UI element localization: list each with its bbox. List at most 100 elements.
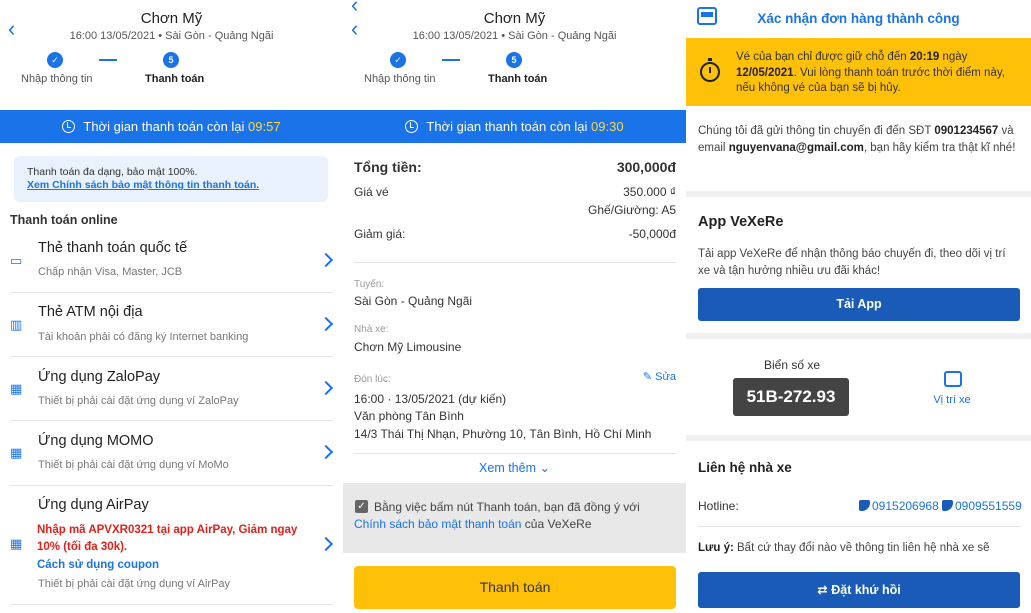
payment-timer-bar: Thời gian thanh toán còn lại 09:57	[0, 110, 343, 143]
total-label: Tổng tiền:	[354, 159, 422, 175]
trip-subtitle: 16:00 13/05/2021 • Sài Gòn - Quảng Ngãi	[412, 30, 617, 42]
download-app-button[interactable]: Tải App	[698, 288, 1020, 321]
total-value: 300,000đ	[616, 159, 676, 175]
trip-subtitle: 16:00 13/05/2021 • Sài Gòn - Quảng Ngãi	[69, 30, 274, 42]
chevron-right-icon	[318, 316, 334, 332]
show-more-button[interactable]: Xem thêm ⌄	[343, 460, 686, 475]
discount-value: -50,000đ	[628, 227, 676, 241]
pencil-icon: ✎	[642, 371, 653, 383]
warn-mid: ngày	[942, 51, 968, 63]
terms-agreement: ✓ Bằng việc bấm nút Thanh toán, bạn đã đ…	[343, 483, 686, 553]
app-description: Tải app VeXeRe để nhận thông báo chuyến …	[698, 248, 1006, 277]
page-title: Chơn Mỹ	[140, 10, 203, 27]
clock-icon	[62, 120, 76, 133]
payment-method-atm[interactable]: ▥ Thẻ ATM nội địa Tài khoản phải có đăng…	[10, 304, 334, 357]
method-desc: Thiết bị phải cài đặt ứng dụng ví ZaloPa…	[38, 395, 239, 407]
section-separator	[686, 333, 1031, 339]
step-done-check-icon: ✓	[47, 52, 63, 68]
operator-value: Chơn Mỹ Limousine	[354, 340, 462, 354]
payment-method-intl-card[interactable]: ▭ Thẻ thanh toán quốc tế Chấp nhận Visa,…	[10, 240, 334, 293]
note-body: Bất cứ thay đổi nào về thông tin liên hệ…	[737, 542, 990, 554]
clock-icon	[405, 120, 419, 133]
pickup-time: 16:00 · 13/05/2021 (dự kiến)	[354, 392, 507, 406]
pay-button[interactable]: Thanh toán	[354, 566, 676, 609]
hotline-2: 0909551559	[955, 499, 1022, 513]
note-label: Lưu ý:	[698, 542, 734, 554]
payment-method-airpay[interactable]: ▦ Ứng dụng AirPay Nhập mã APVXR0321 tại …	[10, 497, 334, 605]
chevron-right-icon	[318, 252, 334, 268]
payment-method-momo[interactable]: ▦ Ứng dụng MOMO Thiết bị phải cài đặt ứn…	[10, 433, 334, 486]
pickup-address: 14/3 Thái Thị Nhạn, Phường 10, Tân Bình,…	[354, 427, 652, 441]
swap-arrows-icon: ⇄	[817, 583, 828, 597]
divider	[354, 262, 676, 263]
warn-time: 20:19	[909, 51, 940, 63]
pickup-place: Văn phòng Tân Bình	[354, 409, 464, 423]
method-title: Ứng dụng MOMO	[38, 433, 154, 449]
atm-icon: ▥	[10, 317, 23, 332]
progress-steps: ✓ 5 Nhập thông tin Thanh toán	[0, 50, 343, 90]
book-return-button[interactable]: ⇄ Đặt khứ hồi	[698, 572, 1020, 608]
agree-text-main: Bằng việc bấm nút Thanh toán, bạn đã đồn…	[374, 500, 640, 514]
stopwatch-icon	[700, 58, 720, 82]
total-row: Tổng tiền: 300,000đ	[354, 159, 676, 175]
edit-pickup-button[interactable]: ✎ Sửa	[643, 370, 676, 383]
vehicle-position-link[interactable]: Vị trí xe	[916, 394, 988, 406]
step-label-payment: Thanh toán	[488, 73, 548, 85]
warning-text: Vé của bạn chỉ được giữ chỗ đến 20:19 ng…	[736, 50, 1026, 97]
warn-pre: Vé của bạn chỉ được giữ chỗ đến	[736, 51, 907, 63]
step-done-check-icon: ✓	[390, 52, 406, 68]
timer-value: 09:30	[591, 119, 624, 134]
promo-text: Nhập mã APVXR0321 tại app AirPay, Giảm n…	[37, 524, 298, 553]
email-address: nguyenvana@gmail.com	[728, 142, 864, 154]
section-title: Thanh toán online	[10, 213, 118, 227]
method-desc: Tài khoản phải có đăng ký Internet banki…	[38, 331, 249, 343]
step-current-number: 5	[163, 52, 179, 68]
discount-label: Giảm giá:	[354, 227, 406, 241]
method-desc: Thiết bị phải cài đặt ứng dụng ví MoMo	[38, 459, 229, 471]
progress-steps: ✓ 5 Nhập thông tin Thanh toán	[343, 50, 686, 90]
divider	[698, 526, 1021, 527]
chevron-right-icon	[318, 380, 334, 396]
hold-warning: Vé của bạn chỉ được giữ chỗ đến 20:19 ng…	[686, 38, 1031, 106]
note-text: Lưu ý: Bất cứ thay đổi nào về thông tin …	[698, 540, 1018, 557]
timer-text: Thời gian thanh toán còn lại	[83, 119, 245, 134]
payment-methods-screen: ‹ Chơn Mỹ 16:00 13/05/2021 • Sài Gòn - Q…	[0, 0, 343, 613]
method-title: Ứng dụng AirPay	[38, 497, 149, 513]
payment-method-zalopay[interactable]: ▦ Ứng dụng ZaloPay Thiết bị phải cài đặt…	[10, 369, 334, 421]
return-button-label: Đặt khứ hồi	[831, 583, 901, 597]
step-label-payment: Thanh toán	[145, 73, 205, 85]
privacy-policy-link[interactable]: Xem Chính sách bảo mật thông tin thanh t…	[27, 179, 315, 191]
bus-location-icon[interactable]	[944, 371, 962, 387]
hotline-2-link[interactable]: 0909551559	[942, 499, 1022, 513]
method-title: Thẻ ATM nội địa	[38, 304, 143, 320]
order-confirmed-screen: Xác nhận đơn hàng thành công Vé của bạn …	[686, 0, 1031, 613]
timer-value: 09:57	[248, 119, 281, 134]
notice-text: Thanh toán đa dạng, bảo mật 100%.	[27, 166, 198, 178]
qr-icon: ▦	[10, 445, 23, 460]
step-connector	[99, 59, 117, 61]
price-row: Giá vé 350.000 ₫	[354, 185, 676, 199]
timer-text: Thời gian thanh toán còn lại	[426, 119, 588, 134]
section-separator	[686, 191, 1031, 197]
page-title: Chơn Mỹ	[483, 10, 546, 27]
payment-timer-bar: Thời gian thanh toán còn lại 09:30	[343, 110, 686, 143]
phone-number: 0901234567	[934, 125, 999, 137]
edit-label: Sửa	[655, 371, 676, 383]
method-desc: Chấp nhận Visa, Master, JCB	[38, 266, 183, 278]
payment-policy-link[interactable]: Chính sách bảo mật thanh toán	[354, 517, 521, 531]
show-more-label: Xem thêm	[479, 461, 536, 475]
contact-section-title: Liên hệ nhà xe	[698, 460, 792, 475]
operator-label: Nhà xe:	[354, 324, 389, 335]
hotline-1: 0915206968	[872, 499, 939, 513]
step-current-number: 5	[506, 52, 522, 68]
coupon-howto-link[interactable]: Cách sử dụng coupon	[37, 559, 159, 571]
section-separator	[686, 435, 1031, 441]
method-title: Ứng dụng ZaloPay	[38, 369, 161, 385]
qr-icon: ▦	[10, 381, 23, 396]
agree-suffix: của VeXeRe	[524, 517, 592, 531]
hotline-1-link[interactable]: 0915206968	[859, 499, 939, 513]
confirmation-header: Xác nhận đơn hàng thành công	[686, 0, 1031, 37]
contact-info-text: Chúng tôi đã gửi thông tin chuyến đi đến…	[698, 123, 1018, 157]
discount-row: Giảm giá: -50,000đ	[354, 227, 676, 241]
phone-icon	[942, 500, 953, 511]
